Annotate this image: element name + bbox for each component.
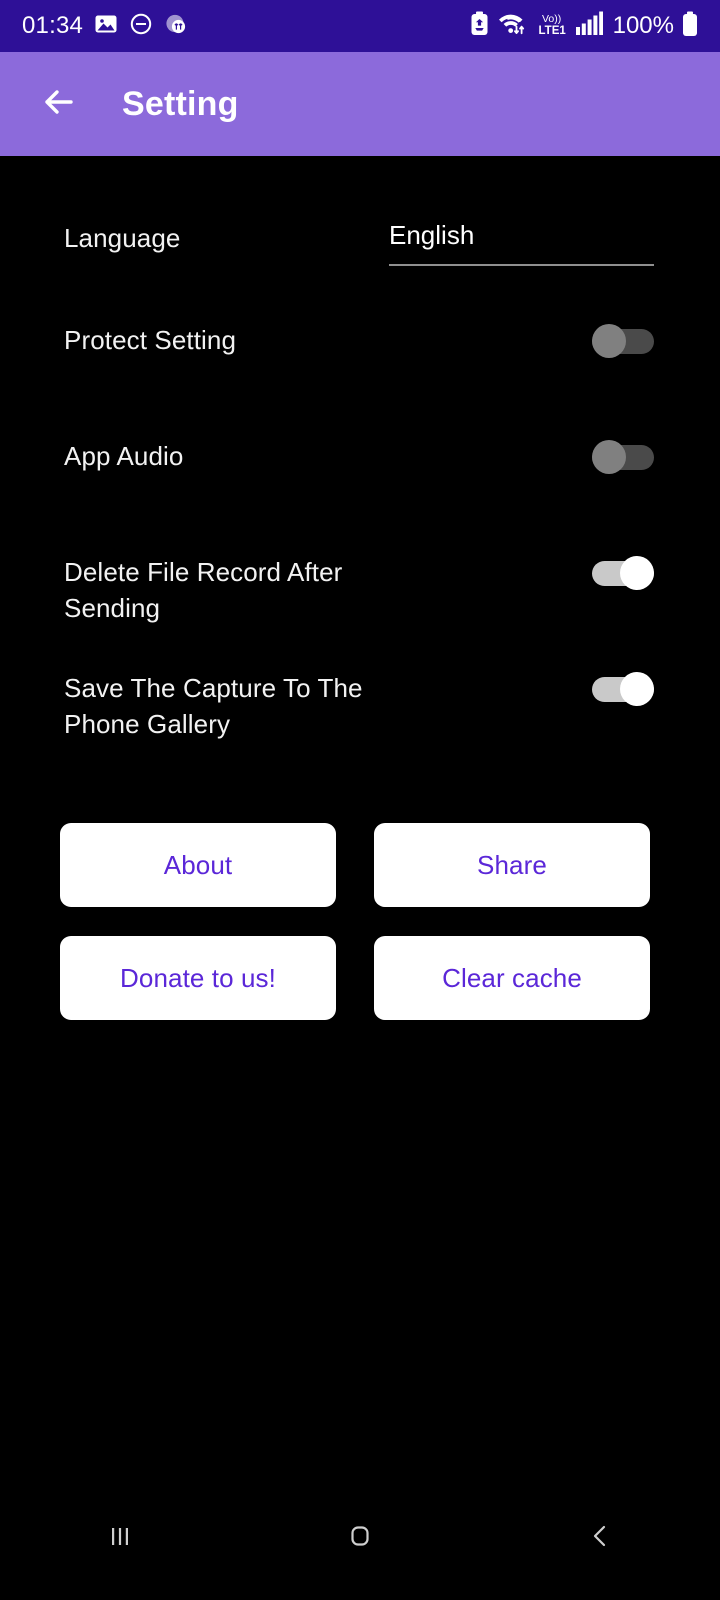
svg-text:LTE1: LTE1 — [538, 25, 566, 37]
donate-button[interactable]: Donate to us! — [60, 936, 336, 1020]
protect-setting-toggle[interactable] — [592, 324, 654, 358]
settings-content: Language English Protect Setting App Aud… — [0, 156, 720, 1476]
save-capture-gallery-toggle[interactable] — [592, 672, 654, 706]
setting-row-save-capture-gallery: Save The Capture To The Phone Gallery — [0, 670, 720, 742]
protect-setting-label: Protect Setting — [64, 325, 237, 355]
page-title: Setting — [122, 84, 239, 123]
toggle-thumb — [592, 324, 626, 358]
save-capture-gallery-label: Save The Capture To The Phone Gallery — [64, 673, 363, 739]
coin-transfer-icon — [164, 12, 188, 41]
signal-bars-icon — [575, 11, 603, 41]
arrow-left-icon — [36, 80, 80, 129]
setting-row-delete-file-record: Delete File Record After Sending — [0, 554, 720, 626]
home-button[interactable] — [240, 1476, 480, 1600]
status-bar-right: Vo)) LTE1 100% — [470, 11, 698, 42]
app-audio-label: App Audio — [64, 441, 184, 471]
clear-cache-button[interactable]: Clear cache — [374, 936, 650, 1020]
battery-percent-label: 100% — [612, 12, 674, 39]
about-button[interactable]: About — [60, 823, 336, 907]
toggle-thumb — [620, 556, 654, 590]
photo-icon — [94, 12, 118, 41]
toggle-thumb — [592, 440, 626, 474]
back-button[interactable] — [22, 68, 94, 140]
phone-screen: 01:34 Vo)) LTE1 100% Setting Language En… — [0, 0, 720, 1600]
action-button-grid: About Share Donate to us! Clear cache — [60, 823, 650, 1020]
app-bar: Setting — [0, 52, 720, 156]
setting-row-language: Language English — [0, 220, 720, 266]
setting-row-protect-setting: Protect Setting — [0, 322, 720, 358]
battery-saver-icon — [470, 11, 489, 41]
language-selected-value: English — [389, 220, 475, 250]
share-button[interactable]: Share — [374, 823, 650, 907]
wifi-data-icon — [497, 11, 530, 41]
recents-button[interactable] — [0, 1476, 240, 1600]
home-icon — [343, 1519, 377, 1558]
status-bar-clock: 01:34 — [22, 12, 84, 39]
recents-icon — [103, 1519, 137, 1558]
language-label: Language — [64, 223, 181, 253]
app-audio-toggle[interactable] — [592, 440, 654, 474]
system-navigation-bar — [0, 1476, 720, 1600]
status-bar: 01:34 Vo)) LTE1 100% — [0, 0, 720, 52]
back-nav-button[interactable] — [480, 1476, 720, 1600]
svg-text:Vo)): Vo)) — [542, 13, 561, 25]
delete-file-record-label: Delete File Record After Sending — [64, 557, 343, 623]
back-chevron-icon — [583, 1519, 617, 1558]
toggle-thumb — [620, 672, 654, 706]
delete-file-record-toggle[interactable] — [592, 556, 654, 590]
do-not-disturb-icon — [129, 12, 153, 41]
volte-icon: Vo)) LTE1 — [538, 11, 568, 42]
language-select[interactable]: English — [389, 220, 654, 266]
setting-row-app-audio: App Audio — [0, 438, 720, 474]
battery-icon — [682, 11, 698, 42]
status-bar-left: 01:34 — [22, 12, 188, 41]
